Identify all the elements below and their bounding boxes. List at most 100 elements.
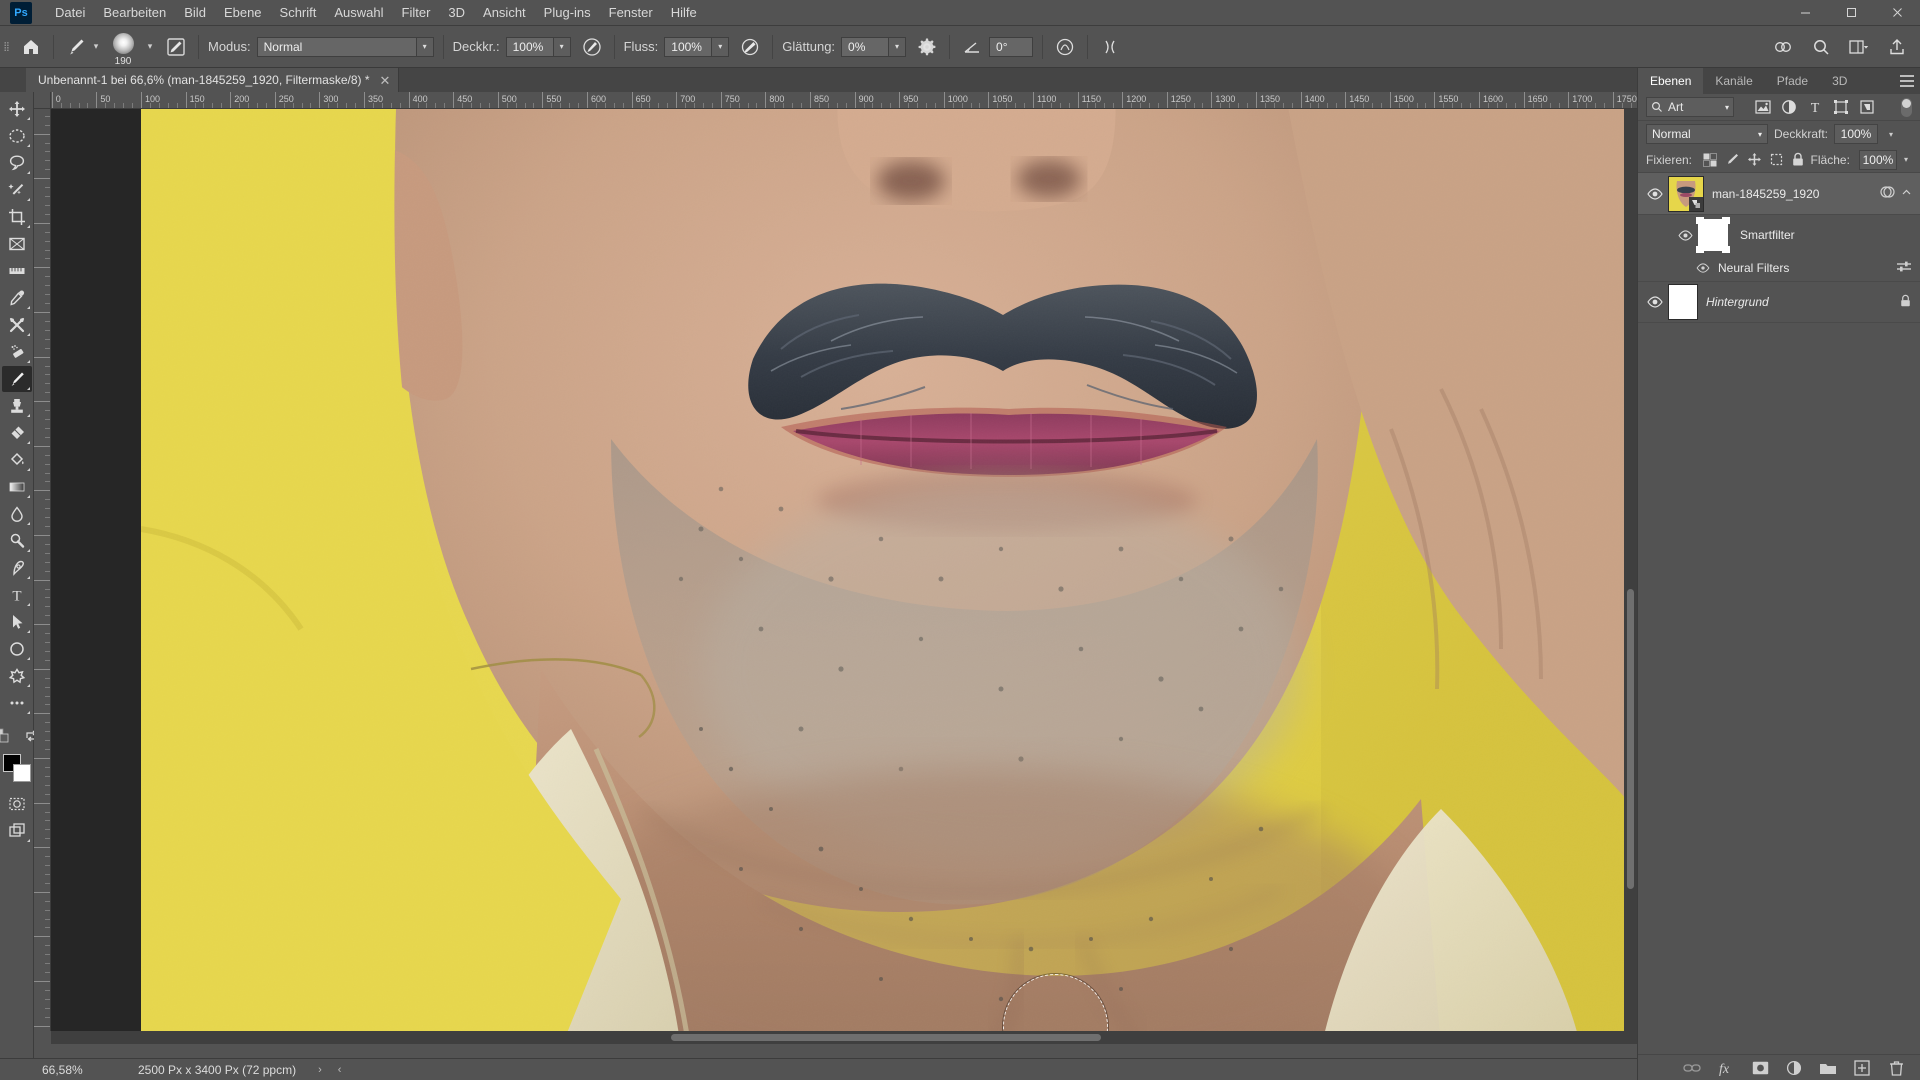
- layer-visibility-toggle[interactable]: [1692, 263, 1714, 273]
- next-arrow-icon[interactable]: ›: [318, 1064, 322, 1076]
- new-layer-button[interactable]: [1852, 1058, 1872, 1078]
- canvas-vertical-scrollbar[interactable]: [1624, 109, 1637, 1031]
- search-icon[interactable]: [1808, 34, 1834, 60]
- maximize-button[interactable]: [1828, 0, 1874, 26]
- filter-enable-toggle[interactable]: [1901, 97, 1912, 117]
- angle-icon[interactable]: [959, 34, 985, 60]
- layer-visibility-toggle[interactable]: [1642, 187, 1668, 200]
- layer-name[interactable]: Smartfilter: [1740, 228, 1795, 242]
- move-tool[interactable]: [2, 96, 32, 122]
- adjustment-layer-button[interactable]: [1784, 1058, 1804, 1078]
- brush-settings-icon[interactable]: [163, 34, 189, 60]
- horizontal-ruler[interactable]: 0 50 100 150 200 250 300 350 400 450 500 550 600 650 7…: [51, 92, 1637, 109]
- delete-layer-button[interactable]: [1886, 1058, 1906, 1078]
- blur-tool[interactable]: [2, 501, 32, 527]
- layer-filter-kind-select[interactable]: Art ▾: [1646, 97, 1734, 117]
- layer-blend-mode-select[interactable]: Normal ▾: [1646, 124, 1768, 144]
- options-bar-drag-handle[interactable]: ⣿: [0, 26, 12, 68]
- table-row[interactable]: Smartfilter: [1638, 215, 1920, 255]
- quick-mask-icon[interactable]: [2, 791, 32, 817]
- layer-name[interactable]: man-1845259_1920: [1712, 187, 1819, 201]
- brush-size-preview[interactable]: 190: [103, 27, 143, 67]
- frame-tool[interactable]: [2, 231, 32, 257]
- close-icon[interactable]: ✕: [380, 74, 391, 87]
- lock-position-icon[interactable]: [1745, 149, 1764, 171]
- filter-mask-thumbnail[interactable]: [1696, 217, 1730, 253]
- brush-size-chevron-down-icon[interactable]: ▾: [143, 34, 157, 60]
- new-group-button[interactable]: [1818, 1058, 1838, 1078]
- layer-style-button[interactable]: fx: [1716, 1058, 1736, 1078]
- image-filter-icon[interactable]: [1750, 96, 1776, 118]
- marquee-tool[interactable]: [2, 123, 32, 149]
- adjustment-filter-icon[interactable]: [1776, 96, 1802, 118]
- layer-visibility-toggle[interactable]: [1674, 229, 1696, 241]
- link-layers-button[interactable]: [1682, 1058, 1702, 1078]
- layer-fill-value[interactable]: 100%: [1858, 149, 1897, 170]
- path-selection-tool[interactable]: [2, 609, 32, 635]
- pen-tool[interactable]: [2, 555, 32, 581]
- canvas-area[interactable]: [51, 109, 1637, 1031]
- scroll-thumb[interactable]: [1627, 589, 1634, 889]
- lock-all-icon[interactable]: [1789, 149, 1808, 171]
- brush-tool[interactable]: [1, 366, 32, 392]
- home-icon[interactable]: [18, 34, 44, 60]
- document-tab[interactable]: Unbenannt-1 bei 66,6% (man-1845259_1920,…: [26, 68, 400, 92]
- smart-filter-badge-icon[interactable]: [1879, 184, 1895, 203]
- gradient-tool[interactable]: [2, 474, 32, 500]
- lock-image-icon[interactable]: [1723, 149, 1742, 171]
- filter-settings-icon[interactable]: [1896, 260, 1912, 277]
- workspace-icon[interactable]: [1770, 34, 1796, 60]
- minimize-button[interactable]: [1782, 0, 1828, 26]
- eraser-tool[interactable]: [2, 420, 32, 446]
- close-button[interactable]: [1874, 0, 1920, 26]
- angle-value[interactable]: 0°: [989, 36, 1034, 57]
- color-swatches[interactable]: [2, 753, 32, 783]
- tab-pfade[interactable]: Pfade: [1765, 68, 1820, 94]
- chevron-down-icon[interactable]: ▾: [1900, 155, 1912, 164]
- share-icon[interactable]: [1884, 34, 1910, 60]
- menu-datei[interactable]: Datei: [46, 2, 94, 23]
- menu-3d[interactable]: 3D: [439, 2, 474, 23]
- table-row[interactable]: Neural Filters: [1638, 255, 1920, 281]
- opacity-input[interactable]: 100% ▾: [505, 36, 571, 57]
- default-colors-icon[interactable]: [0, 723, 15, 749]
- menu-hilfe[interactable]: Hilfe: [662, 2, 706, 23]
- table-row[interactable]: man-1845259_1920: [1638, 173, 1920, 215]
- layer-list[interactable]: man-1845259_1920 Smartfilter Neural Filt…: [1638, 173, 1920, 1054]
- blend-mode-select[interactable]: Normal ▾: [256, 36, 434, 57]
- healing-brush-tool[interactable]: [2, 312, 32, 338]
- canvas-horizontal-scrollbar[interactable]: [51, 1031, 1637, 1044]
- zoom-level[interactable]: 66,58%: [42, 1063, 120, 1077]
- menu-ansicht[interactable]: Ansicht: [474, 2, 535, 23]
- hand-tool[interactable]: [2, 663, 32, 689]
- pressure-opacity-icon[interactable]: [579, 34, 605, 60]
- layer-name[interactable]: Neural Filters: [1718, 261, 1789, 275]
- menu-ebene[interactable]: Ebene: [215, 2, 271, 23]
- scroll-thumb[interactable]: [671, 1034, 1101, 1041]
- layer-name[interactable]: Hintergrund: [1706, 295, 1769, 309]
- shape-filter-icon[interactable]: [1828, 96, 1854, 118]
- brush-preset-chevron-down-icon[interactable]: ▾: [89, 34, 103, 60]
- clone-stamp-tool[interactable]: [2, 393, 32, 419]
- image-canvas[interactable]: [141, 109, 1626, 1031]
- menu-bearbeiten[interactable]: Bearbeiten: [94, 2, 175, 23]
- prev-arrow-icon[interactable]: ‹: [338, 1064, 342, 1076]
- screen-mode-icon[interactable]: [2, 818, 32, 844]
- background-color-swatch[interactable]: [12, 764, 31, 782]
- dodge-tool[interactable]: [2, 528, 32, 554]
- smartobject-filter-icon[interactable]: [1854, 96, 1880, 118]
- ruler-tool[interactable]: [2, 258, 32, 284]
- magic-wand-tool[interactable]: [2, 177, 32, 203]
- type-filter-icon[interactable]: T: [1802, 96, 1828, 118]
- crop-tool[interactable]: [2, 204, 32, 230]
- layer-visibility-toggle[interactable]: [1642, 296, 1668, 308]
- table-row[interactable]: Hintergrund: [1638, 281, 1920, 323]
- lock-transparency-icon[interactable]: [1701, 149, 1720, 171]
- layer-thumbnail[interactable]: [1668, 175, 1704, 212]
- spot-healing-tool[interactable]: [2, 339, 32, 365]
- brush-preset-icon[interactable]: [63, 34, 89, 60]
- paint-bucket-tool[interactable]: [2, 447, 32, 473]
- gear-icon[interactable]: [914, 34, 940, 60]
- pressure-size-icon[interactable]: [1052, 34, 1078, 60]
- tab-kanaele[interactable]: Kanäle: [1703, 68, 1764, 94]
